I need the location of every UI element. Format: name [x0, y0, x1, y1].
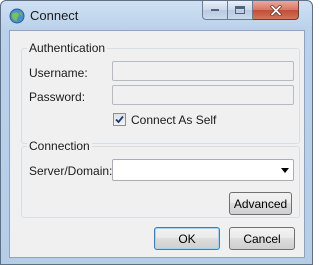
connect-as-self-checkbox[interactable]: [113, 113, 126, 126]
server-domain-combobox[interactable]: [112, 159, 294, 181]
close-icon: [269, 4, 282, 16]
minimize-icon: [211, 9, 219, 11]
maximize-button[interactable]: [228, 1, 253, 20]
advanced-button[interactable]: Advanced: [229, 192, 292, 215]
close-button[interactable]: [253, 1, 299, 20]
connect-dialog: Connect Authentication Username: Passwor…: [0, 0, 313, 265]
checkmark-icon: [115, 115, 124, 124]
dropdown-button[interactable]: [277, 160, 293, 180]
username-input[interactable]: [112, 61, 294, 81]
connect-as-self-label[interactable]: Connect As Self: [131, 113, 216, 127]
server-domain-label: Server/Domain:: [29, 164, 113, 178]
cancel-button[interactable]: Cancel: [229, 227, 295, 250]
title-bar[interactable]: Connect: [1, 1, 312, 30]
dialog-body: Authentication Username: Password: Conne…: [9, 30, 305, 258]
globe-icon: [9, 8, 25, 24]
ok-button[interactable]: OK: [154, 227, 220, 250]
password-input[interactable]: [112, 85, 294, 105]
maximize-icon: [235, 6, 245, 14]
caption-buttons: [202, 1, 299, 20]
chevron-down-icon: [281, 167, 289, 173]
password-label: Password:: [29, 90, 86, 104]
authentication-group-title: Authentication: [27, 41, 108, 55]
connection-group-title: Connection: [27, 139, 92, 153]
username-label: Username:: [29, 66, 88, 80]
minimize-button[interactable]: [202, 1, 228, 20]
window-title: Connect: [30, 8, 79, 23]
